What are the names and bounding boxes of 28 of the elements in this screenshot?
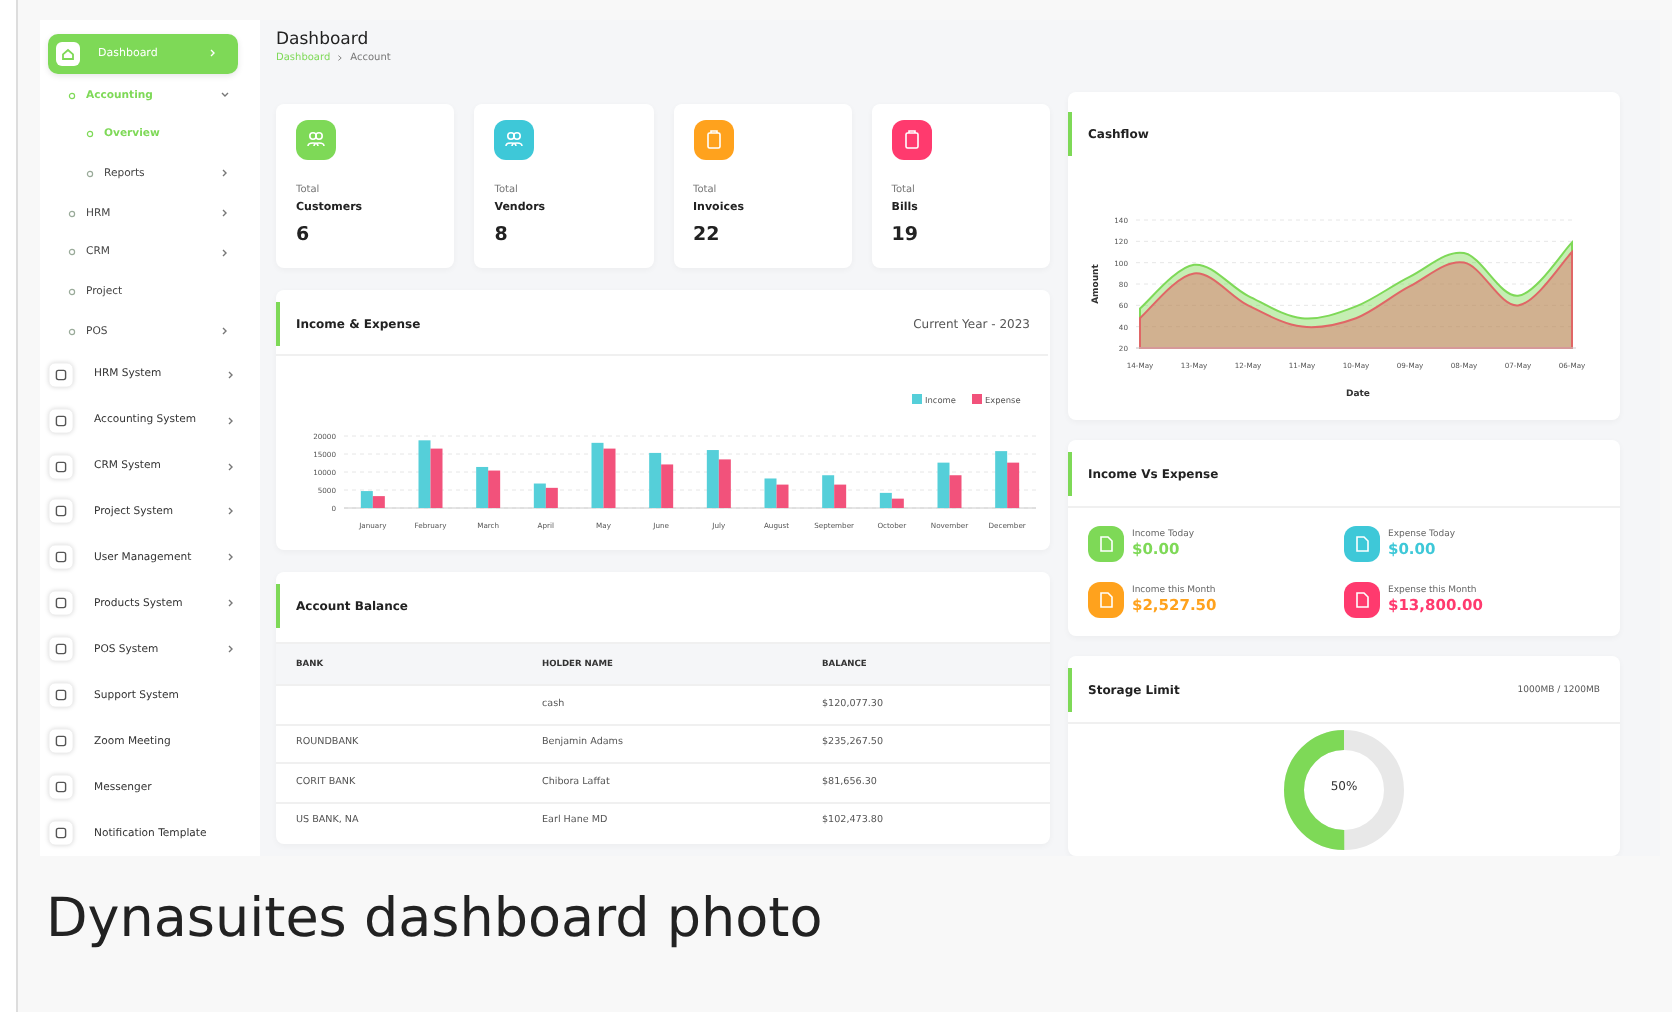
page-title: Dashboard	[276, 30, 371, 50]
photo-caption: Dynasuites dashboard photo	[46, 888, 825, 950]
bullet-icon	[68, 288, 76, 297]
bullet-icon	[68, 91, 76, 100]
app-icon	[48, 820, 74, 847]
stat-value: 8	[494, 224, 510, 246]
app-icon	[48, 636, 74, 663]
app-icon	[48, 361, 74, 388]
app-icon	[48, 682, 74, 709]
stat-value: 6	[296, 224, 312, 246]
bullet-icon	[86, 130, 94, 139]
bullet-icon	[68, 248, 76, 257]
app-icon	[48, 728, 74, 755]
app-icon	[48, 544, 74, 571]
app-icon	[48, 498, 74, 525]
donut-gauge	[1282, 728, 1406, 852]
app-icon	[48, 453, 74, 479]
bullet-icon	[86, 169, 94, 178]
stat-value: 19	[891, 224, 920, 246]
app-icon	[48, 774, 74, 801]
bullet-icon	[68, 327, 76, 336]
home-icon	[56, 41, 80, 66]
legend-swatch	[912, 394, 922, 404]
stat-value: 22	[693, 224, 722, 246]
bullet-icon	[68, 209, 76, 218]
legend-swatch	[972, 394, 982, 404]
app-icon	[48, 590, 74, 617]
app-icon	[48, 407, 74, 434]
